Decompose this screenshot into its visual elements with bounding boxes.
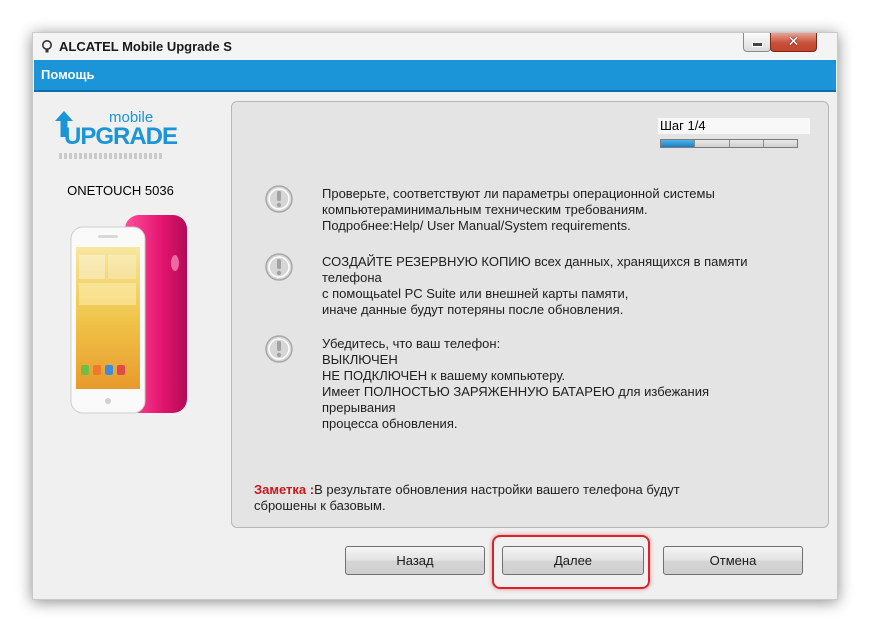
instruction-line: СОЗДАЙТЕ РЕЗЕРВНУЮ КОПИЮ всех данных, хр…: [322, 254, 748, 269]
progress-segment: [661, 140, 696, 147]
step-indicator: Шаг 1/4: [658, 118, 810, 134]
close-button[interactable]: ✕: [770, 33, 817, 52]
help-label[interactable]: Помощь: [41, 67, 94, 82]
device-name: ONETOUCH 5036: [67, 183, 174, 198]
upgrade-window: ALCATEL Mobile Upgrade S ✕ Помощь mobile…: [32, 32, 838, 600]
instruction-line: Подробнее:Help/ User Manual/System requi…: [322, 218, 631, 233]
minimize-button[interactable]: [743, 33, 771, 52]
progress-segment: [695, 140, 730, 147]
help-bar: Помощь: [34, 60, 836, 92]
app-icon: [42, 40, 52, 53]
instruction-line: НЕ ПОДКЛЮЧЕН к вашему компьютеру.: [322, 368, 566, 383]
instruction-text: Проверьте, соответствуют ли параметры оп…: [322, 186, 802, 234]
step-progress-bar: [660, 139, 798, 148]
progress-segment: [729, 140, 764, 147]
back-button[interactable]: Назад: [345, 546, 485, 575]
exclamation-circle-icon: [265, 253, 293, 281]
instruction-text: Убедитесь, что ваш телефон: ВЫКЛЮЧЕН НЕ …: [322, 336, 802, 432]
logo-tagline: [59, 153, 163, 159]
instruction-line: Убедитесь, что ваш телефон:: [322, 336, 501, 351]
instruction-line: компьютераминимальным техническим требов…: [322, 202, 648, 217]
progress-segment: [763, 140, 797, 147]
instruction-line: иначе данные будут потеряны после обновл…: [322, 302, 624, 317]
exclamation-circle-icon: [265, 185, 293, 213]
instruction-line: Проверьте, соответствуют ли параметры оп…: [322, 186, 715, 201]
instruction-line: телефона: [322, 270, 382, 285]
next-button[interactable]: Далее: [502, 546, 644, 575]
minimize-icon: [751, 42, 763, 47]
note-text-line2: сброшены к базовым.: [254, 498, 386, 513]
mobile-upgrade-logo: mobile UPGRADE: [55, 109, 178, 161]
logo-upgrade-text: UPGRADE: [64, 123, 178, 150]
title-bar[interactable]: ALCATEL Mobile Upgrade S ✕: [33, 33, 837, 60]
instruction-line: прерывания: [322, 400, 396, 415]
phone-image: [70, 215, 187, 414]
instruction-text: СОЗДАЙТЕ РЕЗЕРВНУЮ КОПИЮ всех данных, хр…: [322, 254, 802, 318]
cancel-button[interactable]: Отмена: [663, 546, 803, 575]
note-block: Заметка :В результате обновления настрой…: [254, 482, 814, 514]
instruction-line: процесса обновления.: [322, 416, 458, 431]
instruction-line: с помощьatel PC Suite или внешней карты …: [322, 286, 629, 301]
close-icon: ✕: [787, 34, 800, 50]
window-title: ALCATEL Mobile Upgrade S: [59, 39, 232, 54]
note-label: Заметка :: [254, 482, 315, 497]
instruction-line: Имеет ПОЛНОСТЬЮ ЗАРЯЖЕННУЮ БАТАРЕЮ для и…: [322, 384, 709, 399]
instructions-panel: Шаг 1/4 Проверьте, соответствуют ли пара…: [231, 101, 829, 528]
instruction-line: ВЫКЛЮЧЕН: [322, 352, 398, 367]
exclamation-circle-icon: [265, 335, 293, 363]
note-text-line1: В результате обновления настройки вашего…: [314, 482, 680, 497]
